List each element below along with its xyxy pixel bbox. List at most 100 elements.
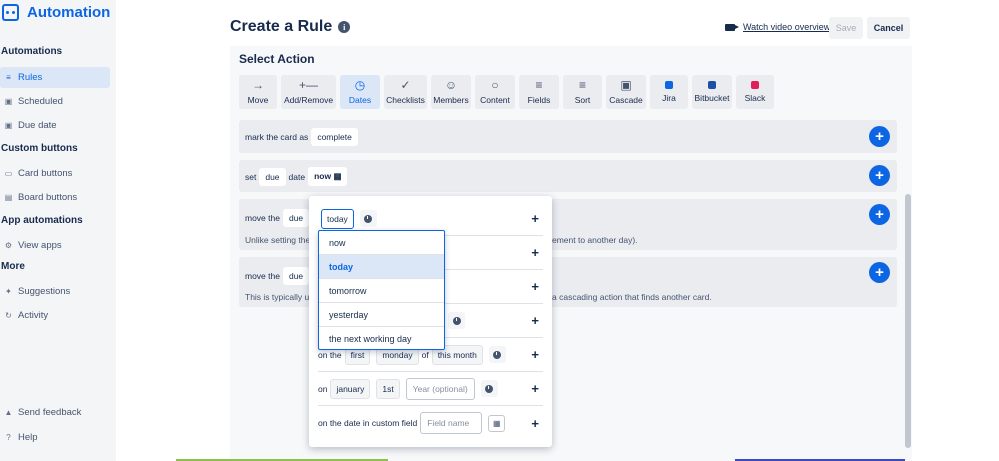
clock-icon[interactable]	[480, 380, 498, 397]
add-option-button[interactable]: +	[531, 347, 539, 362]
year-input[interactable]: Year (optional)	[405, 377, 475, 400]
board-icon: ▤	[4, 193, 13, 202]
sidebar-item-activity[interactable]: ↻ Activity	[0, 305, 110, 326]
clock-icon[interactable]	[359, 210, 377, 227]
day-select[interactable]: 1st	[376, 378, 400, 399]
card-icon: ▭	[4, 169, 13, 178]
complete-select[interactable]: complete	[311, 128, 358, 146]
send-feedback-link[interactable]: ▲ Send feedback	[0, 402, 110, 423]
tab-move[interactable]: → Move	[239, 75, 277, 109]
dropdown-option-now[interactable]: now	[319, 231, 444, 255]
sidebar-item-card-buttons[interactable]: ▭ Card buttons	[0, 163, 110, 184]
date-type-select[interactable]: due	[259, 167, 286, 186]
sidebar-item-scheduled[interactable]: ▣ Scheduled	[0, 91, 110, 112]
sidebar-item-due-date[interactable]: ▣ Due date	[0, 115, 110, 136]
add-option-button[interactable]: +	[531, 279, 539, 294]
tab-label: Dates	[348, 95, 372, 105]
sidebar-item-suggestions[interactable]: ✦ Suggestions	[0, 281, 110, 302]
tab-add-remove[interactable]: +— Add/Remove	[281, 75, 336, 109]
card-description: This is typically u	[245, 292, 310, 302]
popover-row-custom-field: on the date in custom field Field name ▦…	[318, 406, 543, 440]
sidebar-item-label: Help	[18, 432, 38, 443]
tab-fields[interactable]: ≡ Fields	[519, 75, 559, 109]
field-name-input[interactable]: Field name	[420, 412, 483, 434]
add-option-button[interactable]: +	[531, 211, 539, 226]
sidebar-item-label: Send feedback	[18, 407, 82, 418]
add-action-button[interactable]: +	[869, 262, 890, 283]
date-type-select[interactable]: due	[282, 267, 310, 285]
row-text: of	[421, 349, 429, 360]
tab-members[interactable]: ☺ Members	[431, 75, 471, 109]
card-description: ement to another day).	[552, 235, 638, 245]
dropdown-option-yesterday[interactable]: yesterday	[319, 303, 444, 327]
sidebar-item-board-buttons[interactable]: ▤ Board buttons	[0, 187, 110, 208]
section-heading-custom-buttons: Custom buttons	[1, 143, 78, 154]
tab-content[interactable]: ○ Content	[475, 75, 515, 109]
dropdown-option-tomorrow[interactable]: tomorrow	[319, 279, 444, 303]
calendar-clock-icon: ▣	[4, 121, 13, 130]
watch-video-label[interactable]: Watch video overview	[743, 22, 830, 32]
action-card-set-date: set due date now ▦ +	[239, 160, 897, 192]
add-action-button[interactable]: +	[869, 126, 890, 147]
section-title: Select Action	[239, 52, 315, 66]
cancel-button[interactable]: Cancel	[867, 17, 910, 39]
add-option-button[interactable]: +	[531, 313, 539, 328]
card-row: mark the card as complete	[245, 128, 361, 146]
card-description: a cascading action that finds another ca…	[552, 292, 712, 302]
row-text: on the	[318, 349, 342, 360]
tab-label: Bitbucket	[694, 93, 730, 103]
sparkle-icon: ✦	[5, 287, 12, 296]
tab-label: Checklists	[386, 95, 425, 105]
add-option-button[interactable]: +	[531, 381, 539, 396]
clock-icon[interactable]	[448, 312, 465, 329]
tab-label: Cascade	[609, 95, 643, 105]
lines-icon: ≡	[535, 78, 543, 92]
page-title-text: Create a Rule	[230, 18, 333, 35]
date-value-select[interactable]: today	[321, 208, 354, 229]
sidebar-item-view-apps[interactable]: ⚙ View apps	[0, 235, 110, 256]
briefcase-icon: ▣	[620, 78, 632, 92]
video-camera-icon	[725, 23, 739, 31]
watch-video-link[interactable]: Watch video overview	[725, 22, 830, 32]
date-type-select[interactable]: due	[282, 209, 310, 227]
speech-bubble-icon: ○	[491, 78, 499, 92]
tab-label: Jira	[662, 93, 676, 103]
tab-sort[interactable]: ≡ Sort	[563, 75, 602, 109]
sidebar-item-label: Activity	[18, 310, 49, 321]
month-select[interactable]: january	[330, 378, 371, 399]
tab-label: Slack	[744, 93, 766, 103]
card-text: move the	[245, 271, 280, 281]
scrollbar[interactable]	[905, 194, 911, 448]
tab-checklists[interactable]: ✓ Checklists	[384, 75, 427, 109]
help-link[interactable]: ? Help	[0, 427, 110, 448]
check-icon: ✓	[400, 78, 411, 92]
tab-jira[interactable]: Jira	[650, 75, 688, 109]
add-action-button[interactable]: +	[869, 204, 890, 225]
tab-label: Fields	[527, 95, 551, 105]
dropdown-option-today[interactable]: today	[319, 255, 444, 279]
tab-slack[interactable]: Slack	[736, 75, 774, 109]
popover-row-on: on january 1st Year (optional) +	[318, 372, 543, 406]
refresh-icon: ↻	[5, 311, 12, 320]
question-icon: ?	[6, 433, 11, 442]
sidebar-item-label: Board buttons	[18, 192, 78, 203]
add-option-button[interactable]: +	[531, 245, 539, 260]
tab-cascade[interactable]: ▣ Cascade	[606, 75, 646, 109]
sidebar-item-rules[interactable]: ≡ Rules	[0, 67, 110, 88]
save-button[interactable]: Save	[829, 17, 863, 39]
sidebar-item-label: Suggestions	[18, 286, 71, 297]
add-option-button[interactable]: +	[531, 416, 539, 431]
add-action-button[interactable]: +	[869, 165, 890, 186]
info-icon[interactable]: i	[338, 21, 351, 33]
card-text: set	[245, 171, 257, 182]
date-value-select[interactable]: now ▦	[308, 167, 348, 186]
date-value-label: now	[314, 171, 332, 181]
dropdown-option-next-working-day[interactable]: the next working day	[319, 327, 444, 351]
slack-icon	[751, 81, 759, 89]
sidebar-item-label: View apps	[18, 240, 62, 251]
tab-dates[interactable]: ◷ Dates	[340, 75, 380, 109]
clock-icon[interactable]	[488, 346, 506, 363]
tab-bitbucket[interactable]: Bitbucket	[692, 75, 732, 109]
calendar-icon[interactable]: ▦	[488, 414, 506, 432]
robot-icon	[2, 4, 19, 21]
